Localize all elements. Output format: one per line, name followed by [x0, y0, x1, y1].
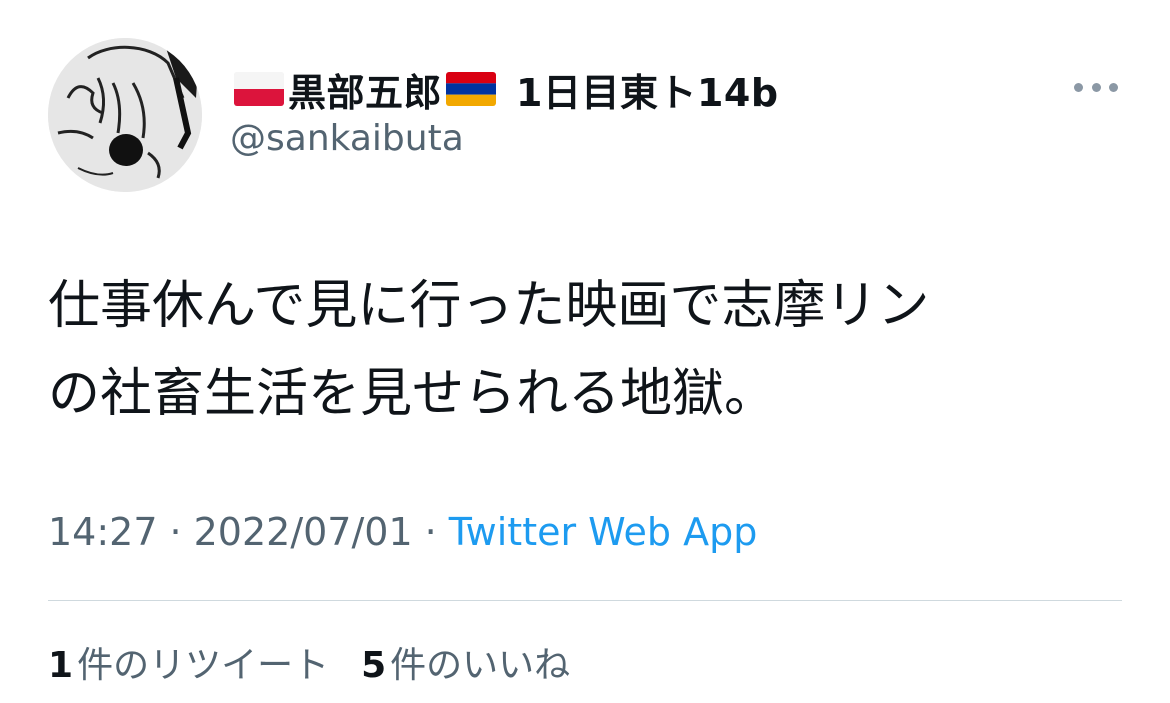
like-count-link[interactable]: 5 件のいいね — [361, 636, 570, 688]
tweet-stats: 1 件のリツイート 5 件のいいね — [48, 636, 602, 688]
tweet-date[interactable]: 2022/07/01 — [194, 510, 413, 554]
author-name-part2[interactable]: 1日目東ト14b — [516, 62, 779, 117]
tweet-text-line: の社畜生活を見せられる地獄。 — [48, 364, 777, 424]
tweet-text: 仕事休んで見に行った映画で志摩リン の社畜生活を見せられる地獄。 — [48, 262, 1128, 438]
meta-separator: · — [424, 510, 437, 554]
author-handle[interactable]: @sankaibuta — [230, 118, 464, 159]
tweet-time[interactable]: 14:27 — [48, 510, 158, 554]
tweet-text-line: 仕事休んで見に行った映画で志摩リン — [48, 276, 930, 336]
more-dots-icon[interactable] — [1074, 76, 1118, 98]
meta-separator: · — [169, 510, 182, 554]
retweet-label: 件のリツイート — [77, 645, 330, 686]
poland-flag-icon — [234, 72, 284, 106]
retweet-count-link[interactable]: 1 件のリツイート — [48, 636, 329, 688]
tweet-source-link[interactable]: Twitter Web App — [449, 510, 758, 554]
author-name-row[interactable]: 黒部五郎 1日目東ト14b — [230, 62, 779, 116]
tweet-metadata: 14:27 · 2022/07/01 · Twitter Web App — [48, 510, 757, 554]
like-count: 5 — [361, 645, 387, 686]
tweet-detail: 黒部五郎 1日目東ト14b @sankaibuta 仕事休んで見に行った映画で志… — [0, 0, 1170, 703]
divider — [48, 600, 1122, 601]
like-label: 件のいいね — [390, 645, 571, 686]
retweet-count: 1 — [48, 645, 74, 686]
author-avatar[interactable] — [48, 38, 202, 192]
author-name-part1[interactable]: 黒部五郎 — [288, 62, 442, 117]
armenia-flag-icon — [446, 72, 497, 106]
avatar-drawing-icon — [48, 38, 202, 192]
